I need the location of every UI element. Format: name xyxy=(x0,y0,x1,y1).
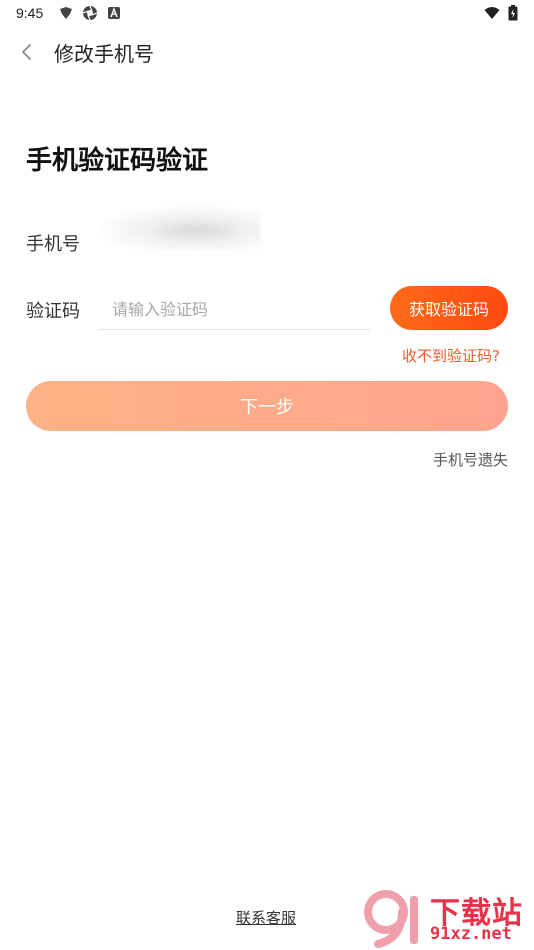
back-chevron-icon[interactable] xyxy=(14,38,42,66)
verification-code-label: 验证码 xyxy=(26,301,80,322)
battery-icon xyxy=(508,5,518,21)
page-title: 修改手机号 xyxy=(54,42,154,66)
get-code-button[interactable]: 获取验证码 xyxy=(390,286,508,330)
status-bar: 9:45 xyxy=(0,0,534,28)
contact-support-link[interactable]: 联系客服 xyxy=(236,907,296,928)
no-code-link[interactable]: 收不到验证码? xyxy=(402,345,500,366)
status-time: 9:45 xyxy=(16,5,44,21)
wifi-icon xyxy=(484,7,500,19)
form-title: 手机验证码验证 xyxy=(26,146,209,176)
verification-code-input[interactable] xyxy=(98,290,370,330)
phone-label: 手机号 xyxy=(26,234,80,255)
system-icons xyxy=(484,5,518,21)
app-header: 修改手机号 xyxy=(0,28,534,76)
watermark-text-bottom: 91xz.net xyxy=(430,924,512,944)
watermark: 下载站 91xz.net xyxy=(362,888,532,950)
phone-number-redacted xyxy=(100,206,260,250)
lost-phone-link[interactable]: 手机号遗失 xyxy=(433,449,508,470)
bird-notification-icon xyxy=(60,7,72,19)
watermark-logo xyxy=(364,890,418,948)
next-step-button[interactable]: 下一步 xyxy=(26,381,508,431)
notification-icons xyxy=(58,5,122,21)
aperture-notification-icon xyxy=(82,5,98,21)
a-notification-icon xyxy=(108,7,120,19)
